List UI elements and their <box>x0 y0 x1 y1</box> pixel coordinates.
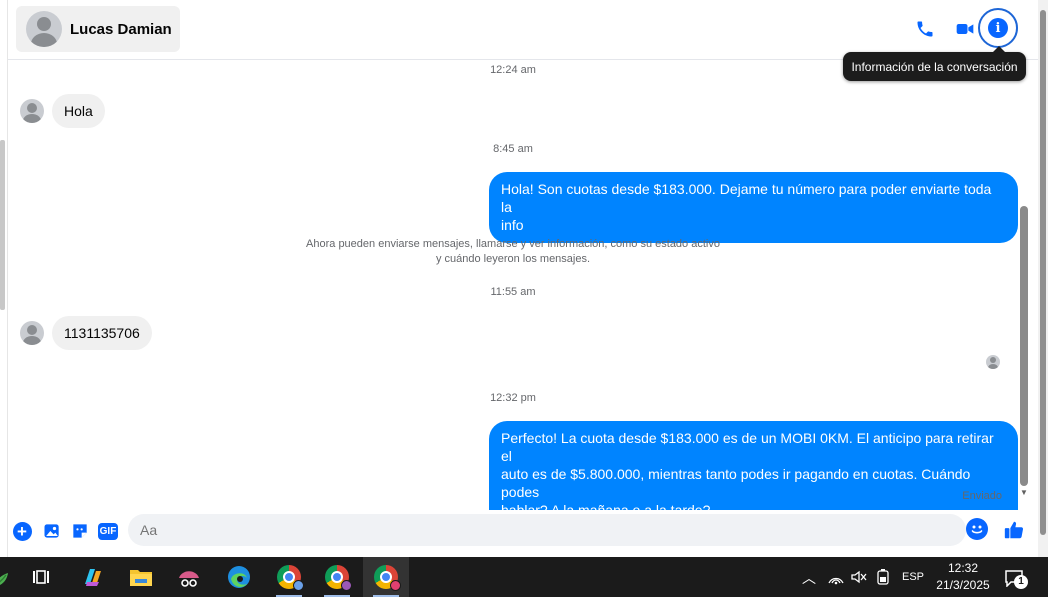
scroll-thumb[interactable] <box>1020 206 1028 486</box>
taskbar-copilot[interactable] <box>70 557 116 597</box>
weather-icon <box>0 573 8 585</box>
taskbar-file-explorer[interactable] <box>118 557 164 597</box>
gif-icon: GIF <box>97 522 119 540</box>
message-status: Enviado <box>962 490 1002 502</box>
task-view-button[interactable] <box>18 557 64 597</box>
chat-scrollbar[interactable]: ▼ <box>1018 60 1032 510</box>
emoji-button[interactable] <box>966 518 988 540</box>
taskbar-chrome-profile-2[interactable] <box>314 557 360 597</box>
privacy-notice: Ahora pueden enviarse mensajes, llamarse… <box>8 237 1018 267</box>
conversation-info-button[interactable]: i <box>978 8 1018 48</box>
gif-button[interactable]: GIF <box>97 520 119 542</box>
more-actions-button[interactable]: + <box>11 520 33 542</box>
message-bubble[interactable]: Hola <box>52 94 105 128</box>
volume-muted-icon[interactable] <box>850 569 868 585</box>
message-composer: + GIF <box>8 510 1038 556</box>
video-call-button[interactable] <box>948 12 982 46</box>
call-button[interactable] <box>908 12 942 46</box>
smile-icon <box>971 525 983 534</box>
sticker-button[interactable] <box>69 520 91 542</box>
thumbs-up-icon <box>1004 521 1024 539</box>
folder-icon <box>130 570 152 586</box>
incoming-message: Hola <box>20 94 105 128</box>
attach-photo-button[interactable] <box>41 520 63 542</box>
profile-badge-icon <box>293 580 304 591</box>
messenger-window: Lucas Damian i Información de la convers… <box>0 0 1048 557</box>
sticker-icon <box>73 524 87 538</box>
incoming-message: 1131135706 <box>20 316 152 350</box>
left-scroll-strip[interactable] <box>0 140 5 310</box>
taskbar-chrome-profile-1[interactable] <box>266 557 312 597</box>
wifi-icon[interactable] <box>828 569 844 585</box>
scissors-icon <box>179 571 199 587</box>
avatar <box>26 11 62 47</box>
taskbar-edge[interactable] <box>216 557 262 597</box>
language-indicator[interactable]: ESP <box>902 571 924 583</box>
taskbar-snipping-tool[interactable] <box>166 557 212 597</box>
contact-name: Lucas Damian <box>70 20 172 38</box>
clock-date: 21/3/2025 <box>936 578 990 592</box>
system-clock[interactable]: 12:32 21/3/2025 <box>928 560 998 594</box>
profile-badge-icon <box>341 580 352 591</box>
page-scroll-thumb[interactable] <box>1040 10 1046 535</box>
timestamp: 12:32 pm <box>490 392 536 404</box>
contact-chip[interactable]: Lucas Damian <box>16 6 180 52</box>
notice-line: y cuándo leyeron los mensajes. <box>435 253 591 265</box>
timestamp: 8:45 am <box>493 143 533 155</box>
message-line: Perfecto! La cuota desde $183.000 es de … <box>501 430 994 464</box>
taskbar: ︿ ESP 12:32 21/3/2025 1 <box>0 557 1048 597</box>
like-button[interactable] <box>1002 518 1026 542</box>
edge-icon <box>228 566 250 588</box>
read-receipt-avatar <box>986 355 1000 369</box>
conversation-header: Lucas Damian <box>8 0 1038 60</box>
message-bubble[interactable]: 1131135706 <box>52 316 152 350</box>
outgoing-message[interactable]: Hola! Son cuotas desde $183.000. Dejame … <box>489 172 1018 243</box>
widgets-button[interactable] <box>0 557 16 597</box>
message-line: Hola! Son cuotas desde $183.000. Dejame … <box>501 181 992 215</box>
copilot-icon <box>85 569 101 586</box>
message-input[interactable] <box>128 514 966 546</box>
image-icon <box>44 524 59 538</box>
phone-icon <box>917 21 933 37</box>
timestamp: 11:55 am <box>490 286 536 298</box>
info-icon: i <box>988 18 1008 38</box>
taskbar-chrome-profile-3[interactable] <box>363 557 409 597</box>
profile-badge-icon <box>390 580 401 591</box>
message-line: auto es de $5.800.000, mientras tanto po… <box>501 466 971 500</box>
notifications-button[interactable]: 1 <box>1004 567 1034 589</box>
plus-icon: + <box>12 521 32 541</box>
clock-time: 12:32 <box>947 561 979 575</box>
message-list: 12:24 am Hola 8:45 am Hola! Son cuotas d… <box>8 60 1018 528</box>
task-view-icon <box>33 570 49 584</box>
scroll-down-icon[interactable]: ▼ <box>1020 488 1028 497</box>
notice-line: Ahora pueden enviarse mensajes, llamarse… <box>306 238 720 250</box>
timestamp: 12:24 am <box>490 64 536 76</box>
notification-count: 1 <box>1014 575 1028 589</box>
avatar <box>20 99 44 123</box>
message-line: info <box>501 217 524 233</box>
avatar <box>20 321 44 345</box>
battery-icon[interactable] <box>876 568 890 586</box>
video-icon <box>956 24 974 34</box>
show-hidden-icons-icon[interactable]: ︿ <box>802 568 816 588</box>
